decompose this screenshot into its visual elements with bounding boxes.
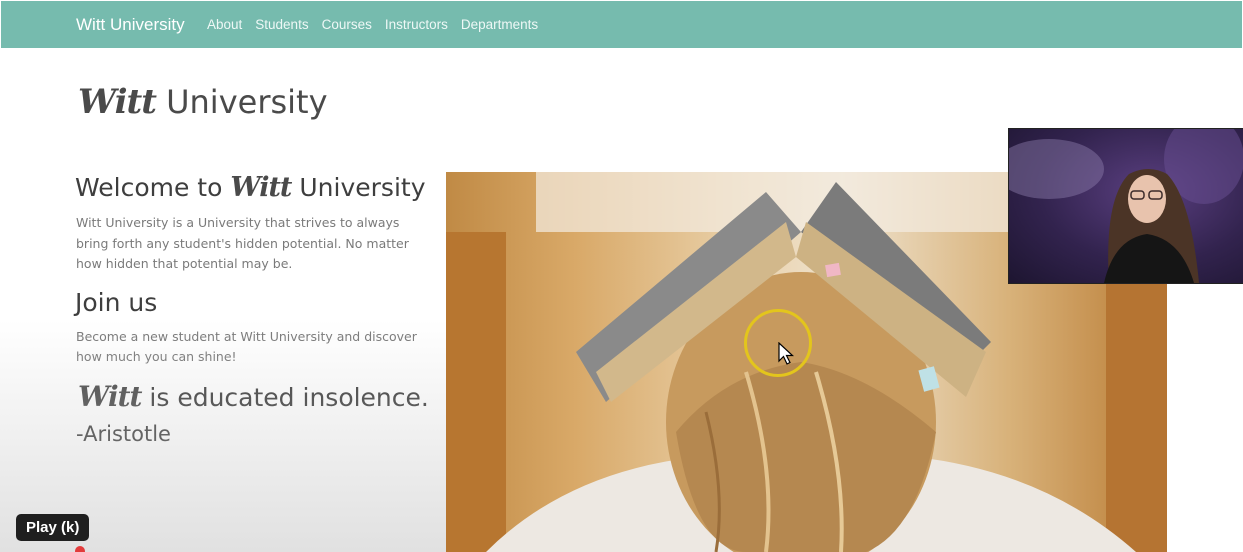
page-title: Witt University <box>78 82 328 122</box>
webpage: Witt University About Students Courses I… <box>0 0 1243 552</box>
nav-link-courses[interactable]: Courses <box>322 17 372 32</box>
quote: Witt is educated insolence. <box>78 380 429 413</box>
nav-link-students[interactable]: Students <box>255 17 308 32</box>
join-description: Become a new student at Witt University … <box>76 329 417 364</box>
cursor-arrow-icon <box>778 342 794 365</box>
welcome-prefix: Welcome to <box>75 173 223 202</box>
welcome-suffix: University <box>299 173 426 202</box>
nav-links: About Students Courses Instructors Depar… <box>207 17 551 32</box>
welcome-description: Witt University is a University that str… <box>76 215 409 271</box>
quote-text: is educated insolence. <box>149 383 429 412</box>
welcome-script: Witt <box>230 172 292 203</box>
progress-scrubber-handle[interactable] <box>75 546 85 552</box>
play-button-tooltip: Play (k) <box>16 514 90 541</box>
join-heading: Join us <box>75 288 158 317</box>
quote-author: -Aristotle <box>76 422 171 446</box>
page-title-rest: University <box>166 83 328 121</box>
navbar: Witt University About Students Courses I… <box>1 1 1242 48</box>
nav-link-about[interactable]: About <box>207 17 242 32</box>
nav-link-departments[interactable]: Departments <box>461 17 538 32</box>
page-title-script: Witt <box>78 82 157 122</box>
nav-link-instructors[interactable]: Instructors <box>385 17 448 32</box>
navbar-brand[interactable]: Witt University <box>76 15 185 35</box>
presenter-webcam <box>1008 128 1243 284</box>
quote-script: Witt <box>78 380 142 413</box>
welcome-heading: Welcome to Witt University <box>75 172 426 203</box>
